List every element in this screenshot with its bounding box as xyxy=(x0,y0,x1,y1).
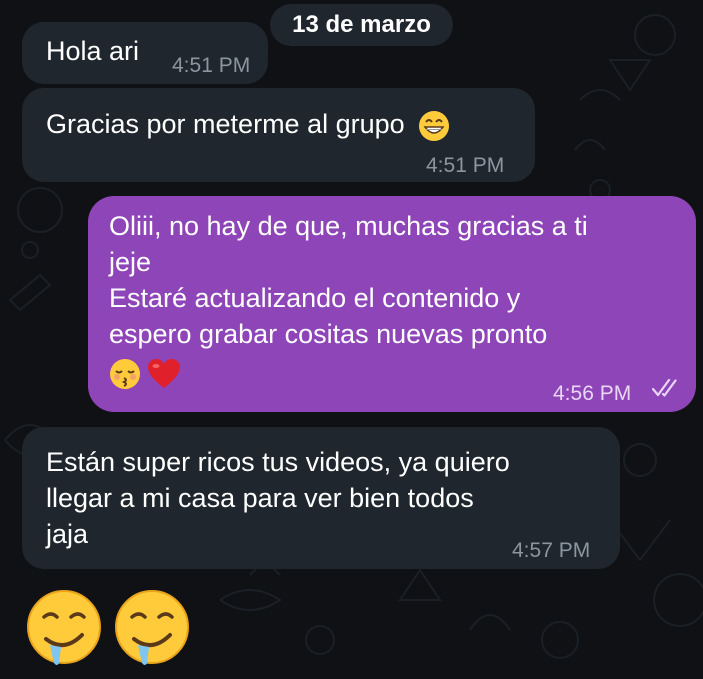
kissing-face-with-closed-eyes-icon xyxy=(110,358,140,389)
message-time: 4:56 PM xyxy=(553,382,632,405)
grinning-face-with-smiling-eyes-icon xyxy=(419,110,450,141)
message-line: espero grabar cositas nuevas pronto xyxy=(109,319,548,349)
message-line: jeje xyxy=(109,247,152,277)
double-check-read-icon xyxy=(652,378,677,397)
message-time: 4:51 PM xyxy=(426,154,505,177)
message-text: Oliii, no hay de que, muchas gracias a t… xyxy=(109,208,588,390)
message-text: Están super ricos tus videos, ya quiero … xyxy=(46,444,510,552)
message-bubble-outgoing[interactable]: Oliii, no hay de que, muchas gracias a t… xyxy=(88,196,696,412)
message-bubble-incoming[interactable]: Gracias por meterme al grupo 4:51 PM xyxy=(22,88,535,182)
message-text: Hola ari xyxy=(46,36,140,66)
message-line: Oliii, no hay de que, muchas gracias a t… xyxy=(109,211,588,241)
date-separator: 13 de marzo xyxy=(270,4,453,46)
message-time: 4:57 PM xyxy=(512,539,591,562)
message-emoji-line xyxy=(109,354,588,390)
date-separator-label: 13 de marzo xyxy=(292,11,431,38)
message-time: 4:51 PM xyxy=(172,54,251,77)
message-line: Estaré actualizando el contenido y xyxy=(109,283,521,313)
message-bubble-incoming[interactable]: Hola ari 4:51 PM xyxy=(22,22,268,84)
message-text-content: Gracias por meterme al grupo xyxy=(46,109,405,139)
drooling-face-icon[interactable] xyxy=(110,585,194,669)
message-line: Están super ricos tus videos, ya quiero xyxy=(46,447,510,477)
drooling-face-icon[interactable] xyxy=(22,585,106,669)
message-bubble-incoming[interactable]: Están super ricos tus videos, ya quiero … xyxy=(22,427,620,569)
message-line: llegar a mi casa para ver bien todos xyxy=(46,483,474,513)
message-text: Gracias por meterme al grupo xyxy=(46,106,450,142)
message-line: jaja xyxy=(46,519,89,549)
red-heart-icon xyxy=(147,358,180,388)
